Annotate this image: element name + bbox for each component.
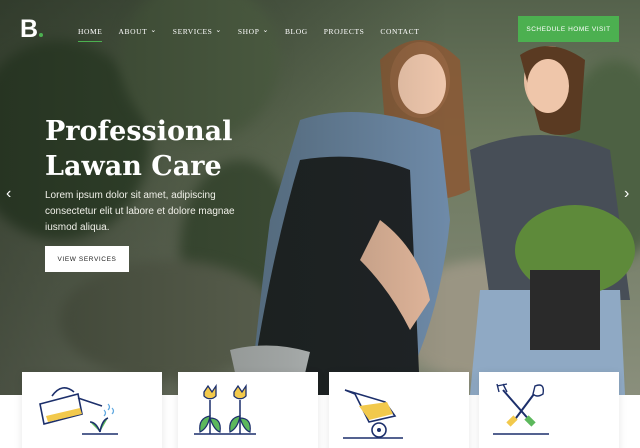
chevron-down-icon: ⌄ bbox=[262, 26, 269, 34]
nav-contact-label: CONTACT bbox=[380, 26, 420, 36]
garden-tools-icon bbox=[493, 383, 549, 435]
schedule-visit-button[interactable]: SCHEDULE HOME VISIT bbox=[518, 16, 619, 42]
nav-shop-label: SHOP bbox=[237, 26, 260, 36]
nav-projects[interactable]: PROJECTS bbox=[324, 24, 365, 38]
main-nav: HOME ABOUT ⌄ SERVICES ⌄ SHOP ⌄ BLOG PROJECT… bbox=[78, 24, 435, 42]
nav-blog-label: BLOG bbox=[284, 26, 308, 36]
view-services-button[interactable]: VIEW SERVICES bbox=[45, 246, 129, 272]
logo-letter: B bbox=[20, 15, 39, 43]
watering-can-icon bbox=[39, 387, 118, 435]
site-logo[interactable]: B bbox=[20, 16, 46, 42]
nav-contact[interactable]: CONTACT bbox=[380, 24, 419, 38]
nav-about-label: ABOUT bbox=[118, 26, 148, 36]
slider-prev-arrow[interactable]: ‹ bbox=[6, 185, 11, 203]
service-card-flowers[interactable] bbox=[178, 372, 318, 448]
logo-dot bbox=[39, 33, 44, 37]
hero-title-line-2: Lawan Care bbox=[45, 151, 222, 182]
nav-services-label: SERVICES bbox=[172, 26, 213, 36]
hero-title: Professional Lawan Care bbox=[45, 114, 285, 184]
service-card-tools[interactable] bbox=[479, 372, 619, 448]
nav-blog[interactable]: BLOG bbox=[285, 24, 308, 38]
hero-description: Lorem ipsum dolor sit amet, adipiscing c… bbox=[45, 190, 235, 233]
nav-home[interactable]: HOME bbox=[78, 24, 103, 42]
nav-projects-label: PROJECTS bbox=[323, 26, 365, 36]
nav-about[interactable]: ABOUT ⌄ bbox=[118, 24, 156, 38]
nav-home-label: HOME bbox=[78, 26, 103, 36]
nav-services[interactable]: SERVICES ⌄ bbox=[173, 24, 222, 38]
chevron-down-icon: ⌄ bbox=[215, 26, 222, 34]
wheelbarrow-icon bbox=[343, 389, 403, 439]
chevron-down-icon: ⌄ bbox=[150, 26, 157, 34]
slider-next-arrow[interactable]: › bbox=[624, 185, 629, 203]
flowers-icon bbox=[194, 383, 256, 435]
service-card-watering[interactable] bbox=[22, 372, 162, 448]
hero-title-line-1: Professional bbox=[45, 116, 233, 147]
nav-shop[interactable]: SHOP ⌄ bbox=[238, 24, 269, 38]
service-card-wheelbarrow[interactable] bbox=[329, 372, 469, 448]
